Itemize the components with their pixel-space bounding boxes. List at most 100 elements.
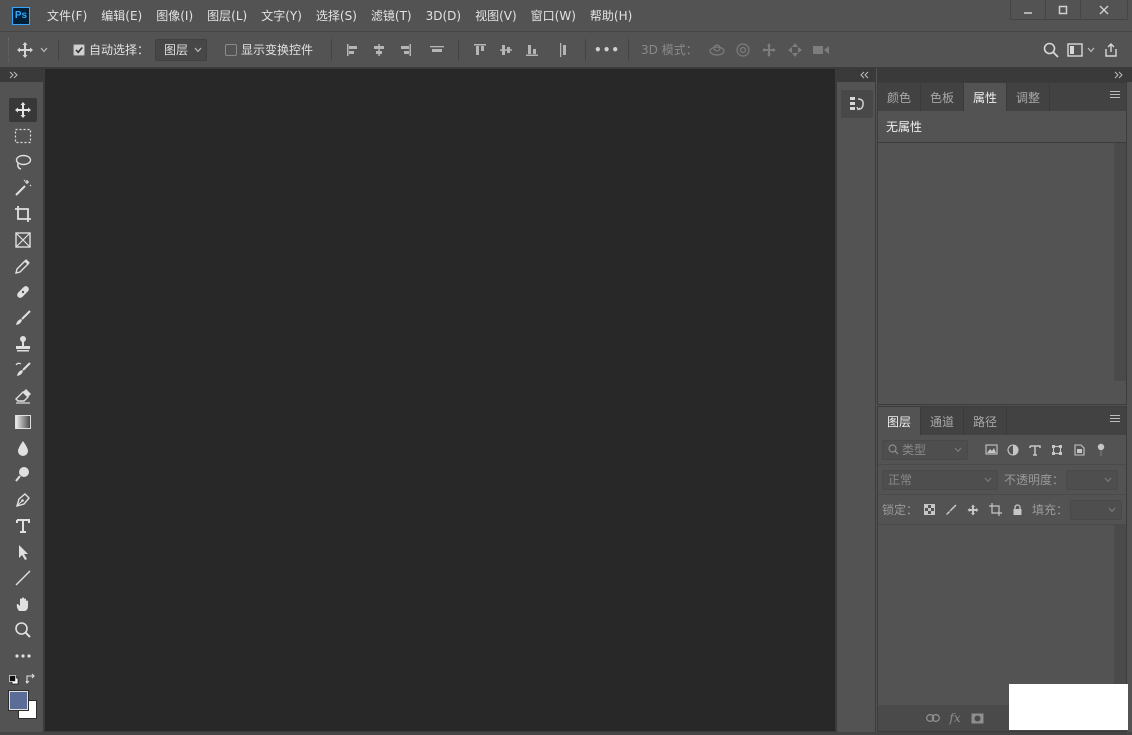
brush-tool[interactable] <box>9 306 37 330</box>
clone-stamp-tool[interactable] <box>9 332 37 356</box>
magic-wand-tool[interactable] <box>9 176 37 200</box>
lock-image-pixels-icon[interactable] <box>940 503 962 516</box>
menu-image[interactable]: 图像(I) <box>149 0 200 31</box>
filter-shape-layer-icon[interactable] <box>1046 444 1068 456</box>
menu-view[interactable]: 视图(V) <box>468 0 524 31</box>
align-horizontal-center-icon[interactable] <box>366 38 392 62</box>
slide-3d-icon[interactable] <box>782 38 808 62</box>
orbit-3d-icon[interactable] <box>704 38 730 62</box>
swap-colors-icon[interactable] <box>25 673 37 685</box>
blend-mode-dropdown[interactable]: 正常 <box>882 469 998 490</box>
toolbar-header[interactable] <box>0 68 44 82</box>
move-tool[interactable] <box>9 98 37 122</box>
lock-artboard-icon[interactable] <box>984 503 1006 516</box>
dodge-tool[interactable] <box>9 462 37 486</box>
tab-layers[interactable]: 图层 <box>878 407 922 435</box>
filter-adjustment-layer-icon[interactable] <box>1002 443 1024 456</box>
overlay-blank-box <box>1009 684 1128 730</box>
divider <box>628 38 630 61</box>
minimize-button[interactable] <box>1010 0 1046 20</box>
distribute-vertical-icon[interactable] <box>424 38 450 62</box>
filter-toggle-icon[interactable] <box>1090 443 1112 457</box>
move-tool-preset-button[interactable] <box>12 38 38 62</box>
no-properties-text: 无属性 <box>878 111 1126 143</box>
panel-menu-icon[interactable] <box>1110 91 1120 101</box>
share-button[interactable] <box>1098 38 1124 62</box>
eraser-tool[interactable] <box>9 384 37 408</box>
tab-color[interactable]: 颜色 <box>878 83 922 111</box>
tab-adjustments[interactable]: 调整 <box>1007 83 1051 111</box>
menu-window[interactable]: 窗口(W) <box>524 0 583 31</box>
distribute-horizontal-icon[interactable] <box>551 38 577 62</box>
layer-kind-filter-dropdown[interactable]: 类型 <box>882 439 968 460</box>
menu-select[interactable]: 选择(S) <box>309 0 364 31</box>
marquee-tool[interactable] <box>9 124 37 148</box>
menu-help[interactable]: 帮助(H) <box>583 0 639 31</box>
gradient-tool[interactable] <box>9 410 37 434</box>
tab-swatches[interactable]: 色板 <box>921 83 965 111</box>
pen-tool[interactable] <box>9 488 37 512</box>
tab-channels[interactable]: 通道 <box>921 407 965 435</box>
path-selection-tool[interactable] <box>9 540 37 564</box>
menu-file[interactable]: 文件(F) <box>40 0 94 31</box>
properties-scrollbar[interactable] <box>1114 143 1126 381</box>
hand-tool[interactable] <box>9 592 37 616</box>
line-tool[interactable] <box>9 566 37 590</box>
fill-field[interactable] <box>1070 499 1123 520</box>
layers-scrollbar[interactable] <box>1114 525 1126 705</box>
tab-properties[interactable]: 属性 <box>964 83 1008 111</box>
filter-type-layer-icon[interactable] <box>1024 444 1046 456</box>
layer-style-fx-button[interactable]: fx <box>944 711 966 725</box>
type-icon <box>16 519 30 533</box>
document-canvas-area[interactable] <box>44 68 836 732</box>
align-top-icon[interactable] <box>467 38 493 62</box>
menu-type[interactable]: 文字(Y) <box>254 0 309 31</box>
edit-toolbar-button[interactable] <box>9 644 37 668</box>
default-colors-icon[interactable] <box>9 674 19 685</box>
scale-3d-camera-icon[interactable] <box>808 38 834 62</box>
menu-layer[interactable]: 图层(L) <box>200 0 254 31</box>
lasso-tool[interactable] <box>9 150 37 174</box>
type-tool[interactable] <box>9 514 37 538</box>
pan-3d-icon[interactable] <box>756 38 782 62</box>
menu-edit[interactable]: 编辑(E) <box>94 0 149 31</box>
auto-select-checkbox[interactable] <box>73 43 85 56</box>
align-bottom-icon[interactable] <box>519 38 545 62</box>
workspace-switcher-button[interactable] <box>1064 38 1098 62</box>
auto-select-target-dropdown[interactable]: 图层 <box>155 38 208 61</box>
filter-smart-object-icon[interactable] <box>1068 443 1090 456</box>
search-button[interactable] <box>1038 38 1064 62</box>
link-layers-icon[interactable] <box>922 714 944 722</box>
history-brush-tool[interactable] <box>9 358 37 382</box>
frame-tool[interactable] <box>9 228 37 252</box>
filter-pixel-layer-icon[interactable] <box>980 444 1002 455</box>
close-icon <box>1099 5 1109 14</box>
zoom-tool[interactable] <box>9 618 37 642</box>
right-panels-header[interactable] <box>877 68 1132 82</box>
history-panel-button[interactable] <box>841 90 873 118</box>
eyedropper-tool[interactable] <box>9 254 37 278</box>
menu-filter[interactable]: 滤镜(T) <box>364 0 419 31</box>
menu-3d[interactable]: 3D(D) <box>419 0 468 31</box>
foreground-color-swatch[interactable] <box>8 690 29 711</box>
align-vertical-center-icon[interactable] <box>493 38 519 62</box>
lock-position-icon[interactable] <box>962 504 984 516</box>
tab-paths[interactable]: 路径 <box>964 407 1008 435</box>
lock-transparent-pixels-icon[interactable] <box>918 504 940 515</box>
blur-tool[interactable] <box>9 436 37 460</box>
chevron-down-icon[interactable] <box>38 38 50 62</box>
align-left-icon[interactable] <box>340 38 366 62</box>
crop-tool[interactable] <box>9 202 37 226</box>
dock-header[interactable] <box>836 68 876 82</box>
more-options-button[interactable]: ••• <box>594 38 620 62</box>
panel-menu-icon[interactable] <box>1110 415 1120 425</box>
align-right-icon[interactable] <box>392 38 418 62</box>
roll-3d-icon[interactable] <box>730 38 756 62</box>
show-transform-checkbox[interactable] <box>225 43 238 56</box>
opacity-field[interactable] <box>1066 469 1119 490</box>
healing-brush-tool[interactable] <box>9 280 37 304</box>
close-button[interactable] <box>1080 0 1128 20</box>
lock-all-icon[interactable] <box>1006 503 1028 516</box>
add-mask-icon[interactable] <box>966 713 988 724</box>
maximize-button[interactable] <box>1045 0 1081 20</box>
